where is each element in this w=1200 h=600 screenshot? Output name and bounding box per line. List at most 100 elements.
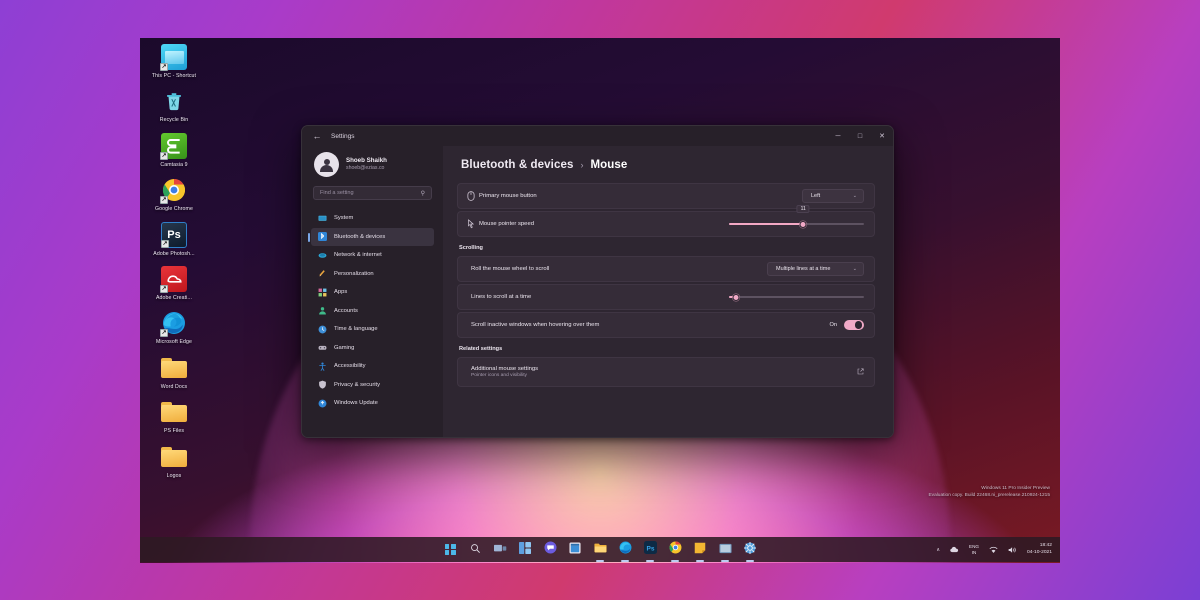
minimize-button[interactable]: ─	[827, 126, 849, 146]
desktop-icon-camtasia[interactable]: ↗ Camtasia 9	[148, 132, 200, 168]
scroll-inactive-windows-row[interactable]: Scroll inactive windows when hovering ov…	[457, 312, 875, 338]
edge-button[interactable]	[616, 541, 634, 562]
file-explorer-button[interactable]	[591, 541, 609, 562]
user-profile[interactable]: Shoeb Shaikh shoeb@ezias.co	[309, 146, 436, 185]
maximize-button[interactable]: □	[849, 126, 871, 146]
screen: ↗ This PC - Shortcut Recycle Bin ↗ Camta…	[0, 0, 1200, 600]
primary-mouse-button-row[interactable]: Primary mouse button Left ⌄	[457, 183, 875, 209]
primary-mouse-button-dropdown[interactable]: Left ⌄	[802, 189, 864, 203]
desktop-icon-word-docs[interactable]: Word Docs	[148, 355, 200, 390]
microsoft-store-icon	[569, 541, 581, 559]
clock-date-value: 04-10-2021	[1026, 549, 1052, 555]
windows-update-icon	[317, 398, 327, 408]
notes-icon	[694, 541, 706, 559]
task-view-button[interactable]	[491, 541, 509, 559]
desktop-icon-this-pc[interactable]: ↗ This PC - Shortcut	[148, 44, 200, 79]
lines-to-scroll-slider[interactable]	[729, 291, 864, 303]
desktop-icon-edge[interactable]: ↗ Microsoft Edge	[148, 310, 200, 345]
chrome-icon: ↗	[160, 177, 187, 205]
mouse-pointer-speed-slider[interactable]: 11	[729, 205, 864, 230]
sidebar-item-gaming[interactable]: Gaming	[311, 339, 434, 358]
mouse-icon	[467, 191, 479, 201]
additional-mouse-settings-row[interactable]: Additional mouse settings Pointer icons …	[457, 357, 875, 387]
volume-icon[interactable]	[1006, 545, 1019, 555]
settings-button[interactable]	[741, 541, 759, 562]
widgets-button[interactable]	[516, 541, 534, 559]
roll-mouse-wheel-dropdown[interactable]: Multiple lines at a time ⌄	[767, 262, 864, 276]
wifi-icon[interactable]	[987, 545, 1000, 555]
microsoft-store-button[interactable]	[566, 541, 584, 559]
search-icon: ⚲	[420, 190, 425, 197]
desktop-icon-label: PS Files	[163, 428, 185, 435]
watermark-line-2: Evaluation copy. Build 22468.ni_prerelea…	[928, 493, 1050, 498]
teams-chat-button[interactable]	[541, 540, 559, 559]
chrome-icon	[669, 541, 682, 559]
sidebar-item-system[interactable]: System	[311, 209, 434, 228]
accessibility-icon	[317, 361, 327, 371]
sidebar-item-time-language[interactable]: Time & language	[311, 320, 434, 339]
mouse-pointer-speed-label: Mouse pointer speed	[479, 221, 535, 227]
sidebar-item-label: Time & language	[334, 326, 378, 333]
taskbar-items: Ps	[441, 540, 759, 562]
window-titlebar[interactable]: ← Settings ─ □ ✕	[302, 126, 893, 146]
desktop-icon-logos[interactable]: Logos	[148, 444, 200, 479]
sidebar-nav: System Bluetooth & devices Network & int…	[308, 209, 436, 413]
start-button[interactable]	[441, 541, 459, 559]
camtasia-button[interactable]	[716, 541, 734, 562]
cloud-icon[interactable]	[948, 545, 961, 554]
desktop-icon-recycle-bin[interactable]: Recycle Bin	[148, 88, 200, 123]
sidebar-item-network-internet[interactable]: Network & internet	[311, 246, 434, 265]
lines-to-scroll-row[interactable]: Lines to scroll at a time	[457, 284, 875, 310]
sidebar-item-bluetooth-devices[interactable]: Bluetooth & devices	[308, 227, 434, 246]
scroll-inactive-windows-label: Scroll inactive windows when hovering ov…	[471, 322, 600, 328]
clock-date[interactable]: 18:42 04-10-2021	[1025, 542, 1054, 557]
search-button[interactable]	[466, 541, 484, 559]
breadcrumb-parent[interactable]: Bluetooth & devices	[461, 159, 573, 171]
sidebar-item-windows-update[interactable]: Windows Update	[311, 394, 434, 413]
sidebar-item-personalization[interactable]: Personalization	[311, 265, 434, 284]
settings-window[interactable]: ← Settings ─ □ ✕ Shoeb Shaikh shoeb@ezia…	[301, 125, 894, 438]
watermark-line-1: Windows 11 Pro Insider Preview	[981, 486, 1050, 491]
tray-expand-chevron-icon[interactable]: ∧	[934, 546, 942, 554]
desktop-icon-photoshop[interactable]: Ps ↗ Adobe Photosh...	[148, 221, 200, 257]
chrome-button[interactable]	[666, 541, 684, 562]
sidebar-item-label: Privacy & security	[334, 381, 381, 388]
edge-icon: ↗	[160, 310, 187, 338]
pointer-icon	[467, 219, 479, 229]
desktop-icon-adobe-cc[interactable]: ↗ Adobe Creati...	[148, 266, 200, 301]
search-input[interactable]	[320, 190, 421, 196]
external-link-icon[interactable]	[857, 367, 864, 377]
desktop-icon-chrome[interactable]: ↗ Google Chrome	[148, 177, 200, 212]
breadcrumb-separator: ›	[580, 160, 584, 170]
photoshop-button[interactable]: Ps	[641, 540, 659, 562]
language-line-2: IN	[971, 549, 977, 555]
search-setting-box[interactable]: ⚲	[313, 186, 432, 200]
folder-icon	[161, 399, 187, 425]
adobe-creative-cloud-icon: ↗	[160, 266, 187, 294]
sidebar-item-label: Personalization	[334, 270, 374, 277]
breadcrumb: Bluetooth & devices › Mouse	[461, 159, 875, 171]
desktop-icon-label: Adobe Photosh...	[153, 250, 195, 257]
roll-mouse-wheel-row[interactable]: Roll the mouse wheel to scroll Multiple …	[457, 256, 875, 282]
close-button[interactable]: ✕	[871, 126, 893, 146]
network-icon	[317, 250, 327, 260]
language-indicator[interactable]: ENG IN	[967, 543, 981, 557]
file-explorer-icon	[593, 541, 607, 559]
sidebar-item-accounts[interactable]: Accounts	[311, 302, 434, 321]
sidebar-item-accessibility[interactable]: Accessibility	[311, 357, 434, 376]
sidebar-item-label: Accessibility	[334, 363, 366, 370]
photoshop-icon: Ps ↗	[161, 221, 187, 248]
additional-mouse-settings-subtitle: Pointer icons and visibility	[471, 373, 527, 379]
back-arrow-icon[interactable]: ←	[310, 129, 324, 143]
desktop-icon-label: Google Chrome	[155, 206, 193, 213]
system-tray: ∧ ENG IN 18:42 04-10-2021	[934, 542, 1054, 557]
mouse-pointer-speed-row[interactable]: Mouse pointer speed 11	[457, 205, 875, 237]
scroll-inactive-toggle[interactable]	[844, 319, 864, 331]
sidebar-item-label: Gaming	[334, 344, 355, 351]
notes-button[interactable]	[691, 541, 709, 562]
sidebar-item-apps[interactable]: Apps	[311, 283, 434, 302]
scrolling-section-title: Scrolling	[459, 245, 483, 251]
sidebar-item-privacy-security[interactable]: Privacy & security	[311, 376, 434, 395]
desktop-icon-ps-files[interactable]: PS Files	[148, 399, 200, 434]
taskbar[interactable]: Ps ∧ ENG IN 18:42 04-10-2021	[140, 537, 1060, 562]
